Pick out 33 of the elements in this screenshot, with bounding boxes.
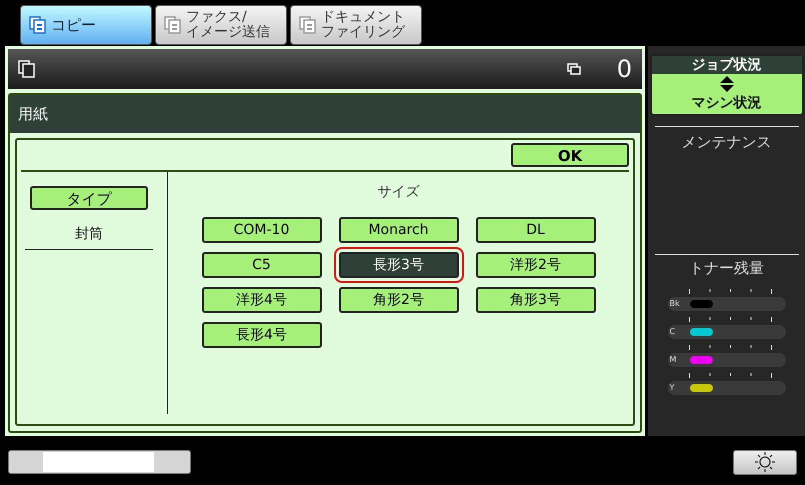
mode-tab[interactable]: ファクス/ イメージ送信 [155, 5, 287, 45]
dialog-title: 用紙 [18, 104, 48, 125]
size-button[interactable]: 洋形4号 [202, 287, 322, 313]
size-button[interactable]: Monarch [338, 217, 458, 243]
size-button[interactable]: 洋形2号 [476, 252, 596, 278]
size-button[interactable]: 角形2号 [338, 287, 458, 313]
toner-title: トナー残量 [689, 258, 764, 278]
maintenance-link[interactable]: メンテナンス [682, 131, 772, 154]
mode-tab[interactable]: ドキュメント ファイリング [290, 5, 422, 45]
up-down-arrow-icon [720, 76, 734, 92]
size-button[interactable]: COM-10 [202, 217, 322, 243]
pages-icon [566, 63, 581, 75]
status-toggle-button[interactable]: ジョブ状況 マシン状況 [650, 54, 804, 116]
size-button[interactable]: C5 [202, 252, 322, 278]
toner-meter: Bk [668, 297, 786, 311]
type-button[interactable]: タイプ [30, 186, 148, 210]
copy-icon [29, 16, 47, 34]
type-value: 封筒 [25, 224, 153, 250]
copy-icon [299, 16, 317, 34]
size-button[interactable]: 長形4号 [202, 322, 322, 348]
size-button[interactable]: 角形3号 [476, 287, 596, 313]
sun-icon [755, 452, 775, 472]
toner-meter: M [668, 353, 786, 367]
copy-counter: 0 [616, 54, 632, 85]
size-button[interactable]: DL [476, 217, 596, 243]
ok-button[interactable]: OK [511, 143, 629, 167]
brightness-button[interactable] [733, 450, 797, 474]
toner-meter: Y [668, 381, 786, 395]
copy-icon [18, 60, 36, 78]
copy-icon [164, 16, 182, 34]
mode-tab[interactable]: コピー [20, 5, 152, 45]
toner-meter: C [668, 325, 786, 339]
size-heading: サイズ [378, 183, 420, 202]
